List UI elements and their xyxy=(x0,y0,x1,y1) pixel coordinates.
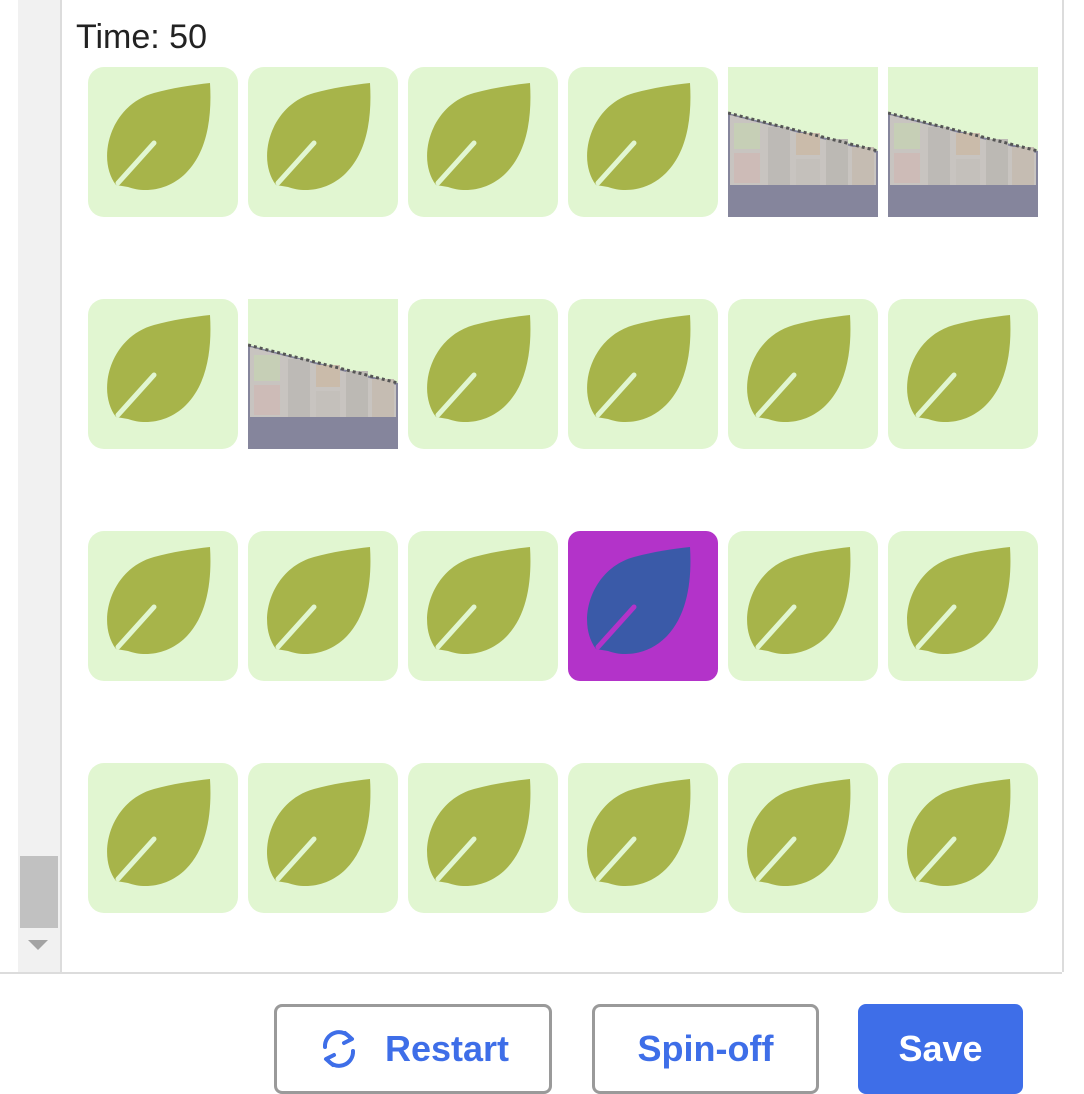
leaf-icon xyxy=(267,547,371,655)
leaf-tile[interactable] xyxy=(888,531,1038,681)
machine-icon xyxy=(888,111,1038,217)
scrollbar-thumb[interactable] xyxy=(20,856,58,928)
leaf-tile[interactable] xyxy=(568,299,718,449)
time-counter: Time: 50 xyxy=(76,18,208,56)
save-label: Save xyxy=(898,1028,983,1069)
leaf-icon xyxy=(107,779,211,887)
leaf-tile[interactable] xyxy=(408,299,558,449)
leaf-icon xyxy=(747,547,851,655)
leaf-tile[interactable] xyxy=(88,763,238,913)
leaf-icon xyxy=(427,83,531,191)
leaf-icon xyxy=(427,779,531,887)
leaf-tile[interactable] xyxy=(248,67,398,217)
leaf-icon xyxy=(427,315,531,423)
machine-icon xyxy=(248,343,398,449)
refresh-icon xyxy=(322,1030,355,1068)
vertical-scrollbar[interactable] xyxy=(18,0,62,972)
machine-tile[interactable] xyxy=(888,67,1038,217)
leaf-icon xyxy=(267,83,371,191)
game-panel: Time: 50 xyxy=(62,0,1064,972)
leaf-tile[interactable] xyxy=(728,763,878,913)
leaf-icon xyxy=(907,779,1011,887)
leaf-icon xyxy=(587,315,691,423)
leaf-icon xyxy=(907,547,1011,655)
leaf-tile[interactable] xyxy=(408,763,558,913)
restart-label: Restart xyxy=(384,1028,510,1069)
leaf-icon xyxy=(587,547,691,655)
left-gutter xyxy=(0,0,18,972)
leaf-tile[interactable] xyxy=(408,67,558,217)
leaf-icon xyxy=(267,779,371,887)
leaf-tile[interactable] xyxy=(728,531,878,681)
scroll-down-arrow-icon[interactable] xyxy=(28,940,48,950)
leaf-icon xyxy=(587,779,691,887)
leaf-icon xyxy=(107,83,211,191)
leaf-tile[interactable] xyxy=(568,763,718,913)
leaf-icon xyxy=(427,547,531,655)
leaf-tile[interactable] xyxy=(88,299,238,449)
spin-off-button[interactable]: Spin-off xyxy=(592,1004,819,1094)
leaf-tile[interactable] xyxy=(568,67,718,217)
leaf-icon xyxy=(747,315,851,423)
leaf-icon xyxy=(747,779,851,887)
leaf-tile[interactable] xyxy=(728,299,878,449)
leaf-tile[interactable] xyxy=(248,531,398,681)
leaf-tile-selected[interactable] xyxy=(568,531,718,681)
leaf-tile[interactable] xyxy=(888,299,1038,449)
machine-tile[interactable] xyxy=(248,299,398,449)
save-button[interactable]: Save xyxy=(858,1004,1023,1094)
leaf-icon xyxy=(107,315,211,423)
leaf-tile[interactable] xyxy=(888,763,1038,913)
footer-divider xyxy=(0,972,1062,974)
leaf-icon xyxy=(107,547,211,655)
leaf-tile[interactable] xyxy=(248,763,398,913)
machine-icon xyxy=(728,111,878,217)
machine-tile[interactable] xyxy=(728,67,878,217)
leaf-tile[interactable] xyxy=(88,67,238,217)
leaf-tile[interactable] xyxy=(408,531,558,681)
leaf-icon xyxy=(587,83,691,191)
leaf-tile[interactable] xyxy=(88,531,238,681)
restart-button[interactable]: Restart xyxy=(274,1004,552,1094)
spin-off-label: Spin-off xyxy=(637,1028,774,1069)
leaf-icon xyxy=(907,315,1011,423)
